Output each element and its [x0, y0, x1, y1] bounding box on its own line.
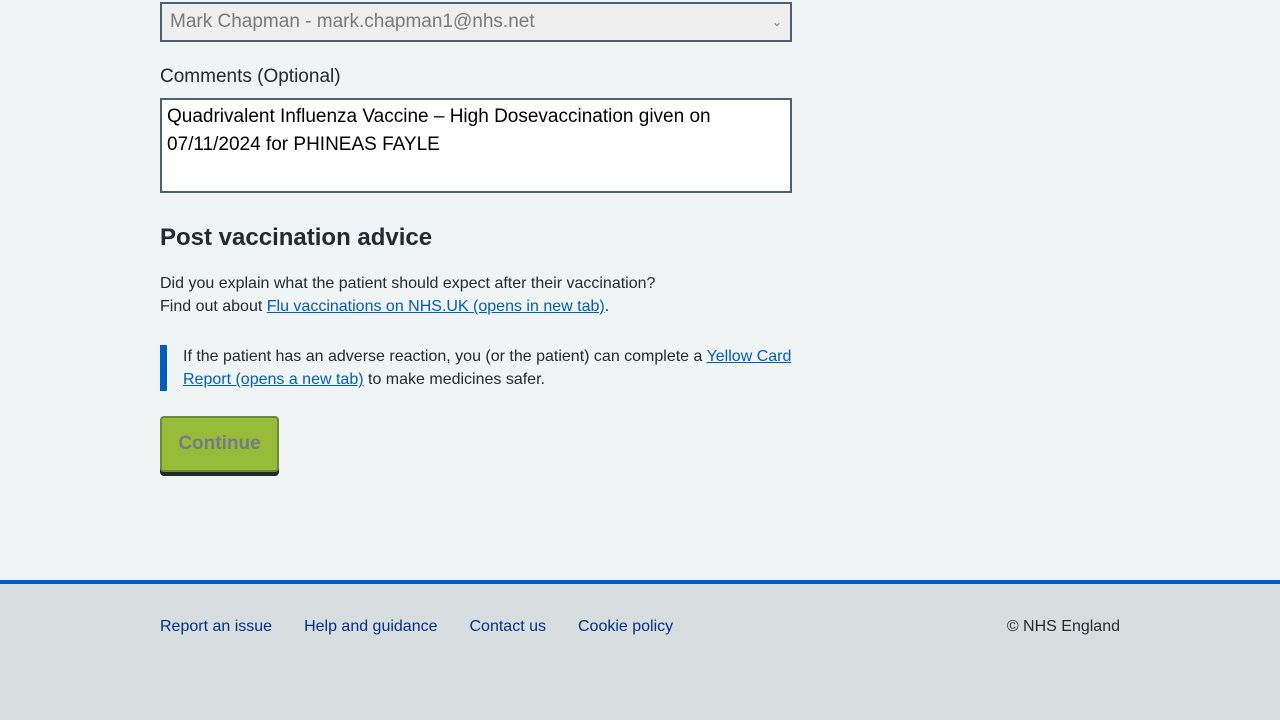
- inset-text: If the patient has an adverse reaction, …: [160, 345, 792, 391]
- section-heading: Post vaccination advice: [160, 224, 433, 251]
- select-value: Mark Chapman - mark.chapman1@nhs.net: [170, 11, 535, 32]
- footer-link-cookies[interactable]: Cookie policy: [578, 618, 673, 636]
- find-out-text: Find out about: [160, 298, 267, 315]
- comments-textarea[interactable]: Quadrivalent Influenza Vaccine – High Do…: [160, 98, 792, 193]
- flu-vaccinations-link[interactable]: Flu vaccinations on NHS.UK (opens in new…: [267, 298, 605, 315]
- footer-link-contact[interactable]: Contact us: [470, 618, 546, 636]
- comments-label: Comments (Optional): [160, 66, 341, 87]
- footer-link-help[interactable]: Help and guidance: [304, 618, 437, 636]
- copyright: © NHS England: [1006, 618, 1120, 635]
- find-out-suffix: .: [604, 298, 610, 315]
- advice-question: Did you explain what the patient should …: [160, 275, 656, 292]
- vaccinator-select[interactable]: Mark Chapman - mark.chapman1@nhs.net ⌄: [160, 2, 792, 42]
- inset-suffix: to make medicines safer.: [368, 371, 545, 388]
- inset-prefix: If the patient has an adverse reaction, …: [183, 348, 707, 365]
- advice-text: Did you explain what the patient should …: [160, 272, 655, 318]
- footer-link-report-issue[interactable]: Report an issue: [160, 618, 272, 636]
- footer: Report an issue Help and guidance Contac…: [0, 580, 1280, 720]
- chevron-down-icon: ⌄: [771, 15, 782, 29]
- continue-button[interactable]: Continue: [160, 416, 279, 472]
